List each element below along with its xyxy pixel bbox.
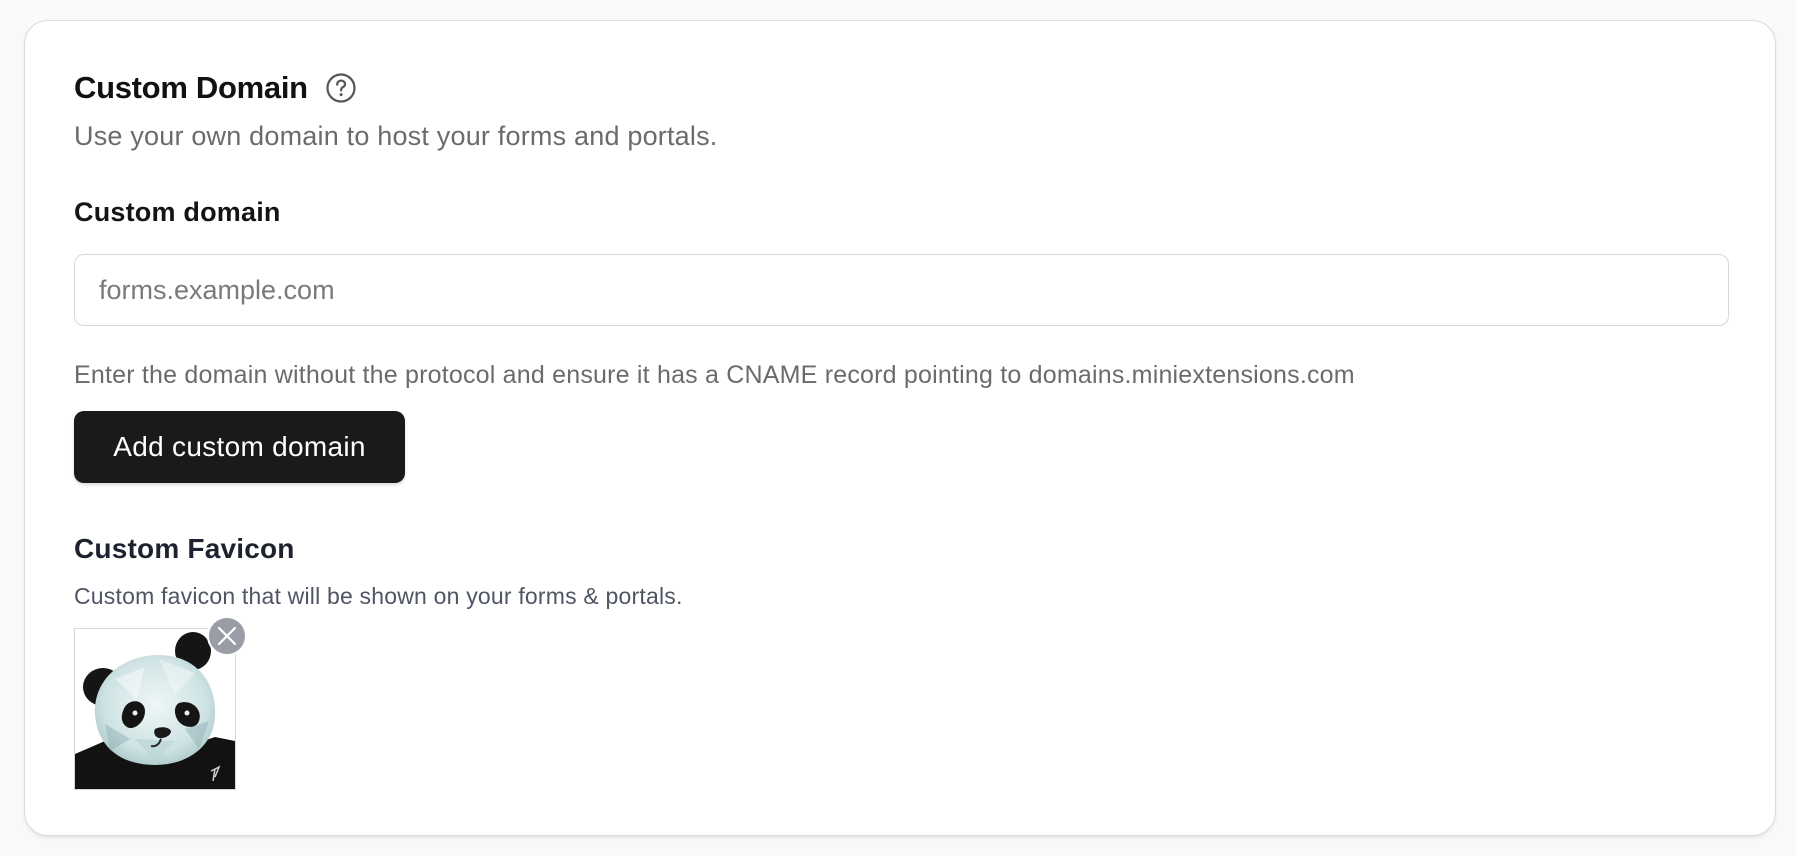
custom-favicon-description: Custom favicon that will be shown on you…	[74, 583, 683, 609]
add-custom-domain-button[interactable]: Add custom domain	[74, 411, 405, 483]
custom-favicon-title: Custom Favicon	[74, 533, 295, 564]
section-subtitle: Use your own domain to host your forms a…	[74, 121, 718, 151]
custom-domain-card: Custom Domain Use your own domain to hos…	[24, 20, 1776, 836]
panda-image	[75, 629, 235, 789]
favicon-preview	[74, 628, 236, 790]
custom-domain-help-text: Enter the domain without the protocol an…	[74, 361, 1355, 389]
custom-domain-label: Custom domain	[74, 197, 281, 227]
section-title: Custom Domain	[74, 70, 308, 105]
custom-domain-input[interactable]	[74, 254, 1729, 326]
remove-favicon-button[interactable]	[207, 616, 247, 656]
close-icon	[217, 626, 237, 646]
question-circle-icon[interactable]	[325, 72, 357, 104]
section-header: Custom Domain	[74, 68, 357, 108]
